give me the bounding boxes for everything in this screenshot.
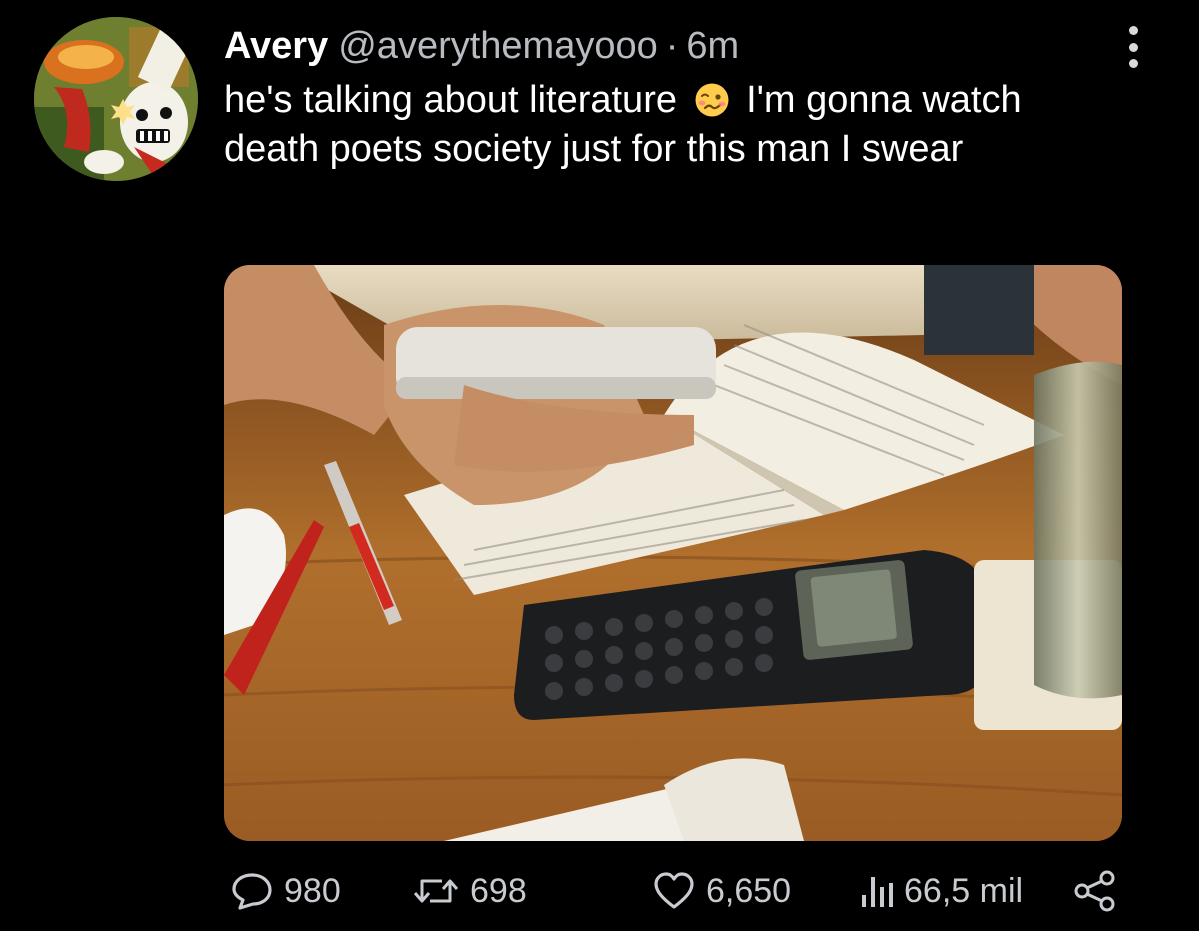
separator-dot: ·	[665, 25, 679, 67]
photo-illustration	[224, 265, 1122, 841]
heart-icon	[654, 872, 694, 909]
tweet-actions: 980 698 6,650 66,5 mil	[224, 866, 1124, 916]
view-count: 66,5 mil	[904, 871, 1024, 910]
tweet-text: he's talking about literature I'm gonna …	[224, 76, 1124, 174]
reply-button[interactable]: 980	[230, 866, 341, 916]
avatar-illustration	[34, 17, 198, 181]
woozy-face-emoji-icon	[695, 83, 729, 117]
tweet-text-part-1: he's talking about literature	[224, 79, 677, 121]
share-button[interactable]	[1072, 866, 1118, 916]
timestamp[interactable]: 6m	[686, 24, 739, 68]
tweet-header: Avery @averythemayooo · 6m	[224, 24, 739, 68]
reply-count: 980	[284, 871, 341, 910]
views-button[interactable]: 66,5 mil	[860, 866, 1023, 916]
share-icon	[1074, 870, 1115, 912]
like-button[interactable]: 6,650	[652, 866, 791, 916]
author-name[interactable]: Avery	[224, 24, 328, 68]
retweet-button[interactable]: 698	[412, 866, 527, 916]
tweet-photo[interactable]	[224, 265, 1122, 841]
more-options-button[interactable]	[1120, 24, 1146, 70]
more-vertical-icon	[1128, 26, 1138, 35]
tweet: Avery @averythemayooo · 6m he's talking …	[0, 0, 1199, 931]
retweet-count: 698	[470, 871, 527, 910]
reply-bubble-icon	[232, 873, 272, 910]
author-handle[interactable]: @averythemayooo	[338, 24, 658, 68]
more-dot	[1128, 42, 1138, 52]
more-dot	[1128, 59, 1138, 68]
retweet-arrows-icon	[413, 879, 459, 903]
avatar[interactable]	[34, 17, 198, 181]
bar-chart-icon	[862, 877, 893, 907]
like-count: 6,650	[706, 871, 792, 910]
